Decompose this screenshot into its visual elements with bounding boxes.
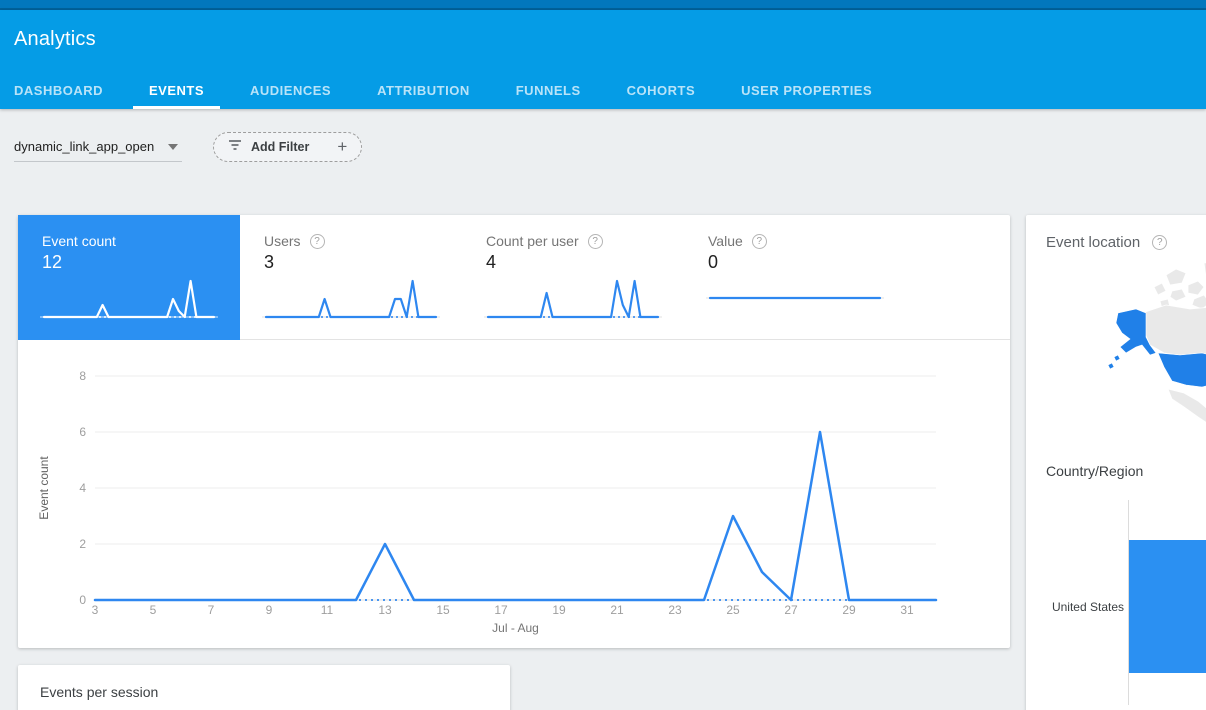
svg-text:13: 13 <box>378 603 392 617</box>
event-location-title: Event location <box>1046 234 1140 251</box>
metric-value: 4 <box>486 252 684 273</box>
filter-bar: dynamic_link_app_open Add Filter + <box>14 132 362 162</box>
metric-sparkline <box>484 271 662 323</box>
event-select-value: dynamic_link_app_open <box>14 139 154 154</box>
tab-attribution[interactable]: ATTRIBUTION <box>361 73 486 109</box>
svg-text:Jul - Aug: Jul - Aug <box>492 621 539 635</box>
north-america-map <box>1106 261 1206 427</box>
main-chart-svg: 0 2 4 6 8 3 5 7 9 11 13 15 17 19 21 23 25 27 29 31 Event cou… <box>18 340 1010 648</box>
svg-text:Event count: Event count <box>37 456 51 520</box>
svg-text:19: 19 <box>552 603 566 617</box>
metric-label: Value <box>708 233 743 249</box>
metric-value: 0 <box>708 252 906 273</box>
svg-text:6: 6 <box>79 425 86 439</box>
svg-text:23: 23 <box>668 603 682 617</box>
svg-text:31: 31 <box>900 603 914 617</box>
metric-tab-count-per-user[interactable]: Count per user ? 4 <box>462 215 684 340</box>
svg-text:27: 27 <box>784 603 798 617</box>
nav-tabs: DASHBOARD EVENTS AUDIENCES ATTRIBUTION F… <box>0 73 888 109</box>
svg-text:15: 15 <box>436 603 450 617</box>
metric-tab-users[interactable]: Users ? 3 <box>240 215 462 340</box>
svg-text:17: 17 <box>494 603 508 617</box>
metric-label: Count per user <box>486 233 579 249</box>
metric-sparkline <box>706 271 884 323</box>
chevron-down-icon <box>168 144 178 150</box>
tab-funnels[interactable]: FUNNELS <box>500 73 597 109</box>
country-region-heading: Country/Region <box>1046 463 1143 479</box>
add-filter-button[interactable]: Add Filter + <box>213 132 362 162</box>
metric-tabs: Event count 12 Users ? 3 Count per user … <box>18 215 1010 340</box>
help-icon[interactable]: ? <box>1152 235 1167 250</box>
metric-value: 3 <box>264 252 462 273</box>
metric-label: Users <box>264 233 301 249</box>
metric-sparkline <box>40 271 218 323</box>
svg-text:8: 8 <box>79 369 86 383</box>
svg-text:29: 29 <box>842 603 856 617</box>
tab-audiences[interactable]: AUDIENCES <box>234 73 347 109</box>
metric-sparkline <box>262 271 440 323</box>
app-header: Analytics DASHBOARD EVENTS AUDIENCES ATT… <box>0 10 1206 109</box>
metric-value: 12 <box>42 252 240 273</box>
plus-icon: + <box>337 137 347 157</box>
filter-icon <box>228 138 242 156</box>
svg-text:4: 4 <box>79 481 86 495</box>
svg-text:11: 11 <box>321 603 334 617</box>
svg-text:5: 5 <box>150 603 157 617</box>
metric-tab-value[interactable]: Value ? 0 <box>684 215 906 340</box>
help-icon[interactable]: ? <box>588 234 603 249</box>
svg-text:9: 9 <box>266 603 273 617</box>
country-label: United States <box>1026 600 1124 614</box>
svg-text:25: 25 <box>726 603 740 617</box>
tab-user-properties[interactable]: USER PROPERTIES <box>725 73 888 109</box>
svg-text:21: 21 <box>610 603 624 617</box>
add-filter-label: Add Filter <box>251 140 309 154</box>
tab-events[interactable]: EVENTS <box>133 73 220 109</box>
metric-tab-event-count[interactable]: Event count 12 <box>18 215 240 340</box>
country-bar[interactable] <box>1129 540 1206 673</box>
svg-text:7: 7 <box>208 603 215 617</box>
help-icon[interactable]: ? <box>310 234 325 249</box>
svg-text:0: 0 <box>79 593 86 607</box>
metric-label: Event count <box>42 233 116 249</box>
events-overview-card: Event count 12 Users ? 3 Count per user … <box>18 215 1010 648</box>
tab-dashboard[interactable]: DASHBOARD <box>0 73 119 109</box>
event-select[interactable]: dynamic_link_app_open <box>14 132 182 162</box>
help-icon[interactable]: ? <box>752 234 767 249</box>
event-location-card: Event location ? <box>1026 215 1206 710</box>
svg-text:3: 3 <box>92 603 99 617</box>
svg-text:2: 2 <box>79 537 86 551</box>
page-title: Analytics <box>0 10 1206 51</box>
browser-top-strip <box>0 0 1206 10</box>
tab-cohorts[interactable]: COHORTS <box>611 73 712 109</box>
events-per-session-title: Events per session <box>18 665 510 700</box>
events-per-session-card: Events per session <box>18 665 510 710</box>
